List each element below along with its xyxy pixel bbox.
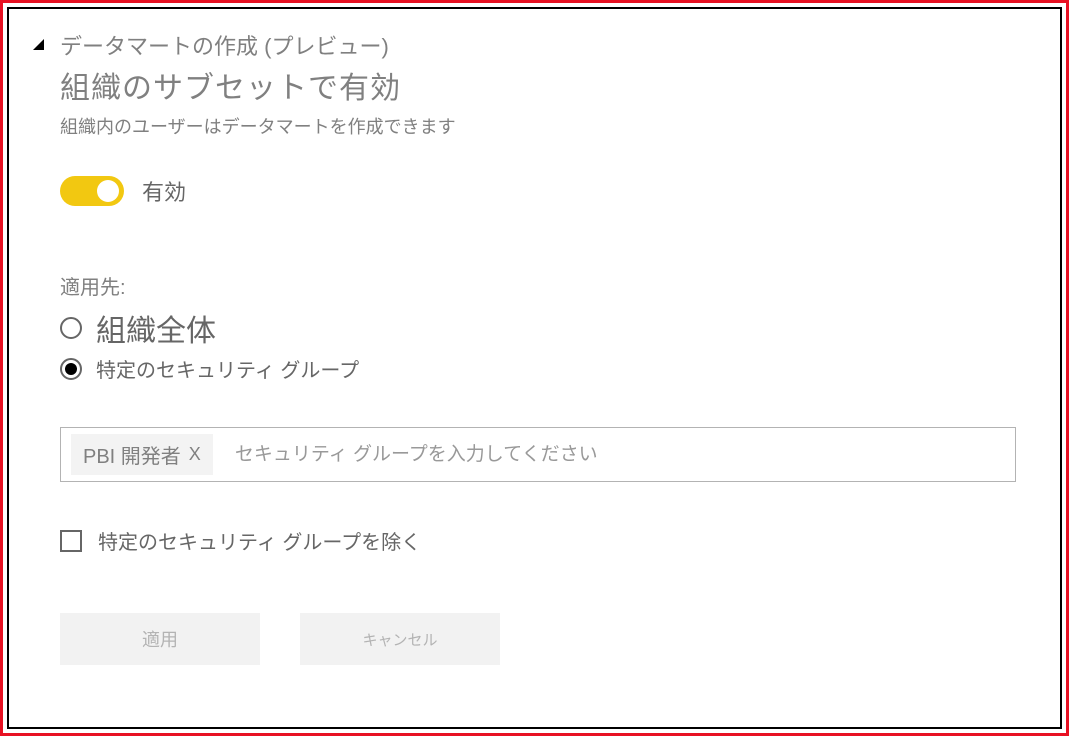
radio-specific-groups[interactable]: 特定のセキュリティ グループ [60,354,1016,383]
checkbox-icon [60,530,82,552]
section-subtitle: 組織のサブセットで有効 [60,63,1016,107]
chip-label: PBI 開発者 [83,440,181,469]
security-group-input-container[interactable]: PBI 開発者 X [60,427,1016,482]
expand-collapse-icon[interactable] [33,39,44,50]
exclude-groups-label: 特定のセキュリティ グループを除く [98,526,421,555]
exclude-groups-checkbox[interactable]: 特定のセキュリティ グループを除く [60,526,1016,555]
chip-remove-icon[interactable]: X [189,444,201,465]
radio-icon [60,358,82,380]
radio-entire-org[interactable]: 組織全体 [60,306,1016,350]
radio-selected-icon [65,363,77,375]
radio-specific-groups-label: 特定のセキュリティ グループ [96,354,359,383]
cancel-button[interactable]: キャンセル [300,613,500,665]
security-group-input[interactable] [227,444,1005,466]
apply-button[interactable]: 適用 [60,613,260,665]
security-group-chip: PBI 開発者 X [71,434,213,475]
enabled-toggle-label: 有効 [142,175,186,207]
apply-to-label: 適用先: [60,271,1016,300]
toggle-knob [97,180,119,202]
enabled-toggle[interactable] [60,176,124,206]
radio-icon [60,317,82,339]
section-title: データマートの作成 (プレビュー) [60,29,1016,61]
section-description: 組織内のユーザーはデータマートを作成できます [60,113,1016,139]
radio-entire-org-label: 組織全体 [96,306,216,350]
